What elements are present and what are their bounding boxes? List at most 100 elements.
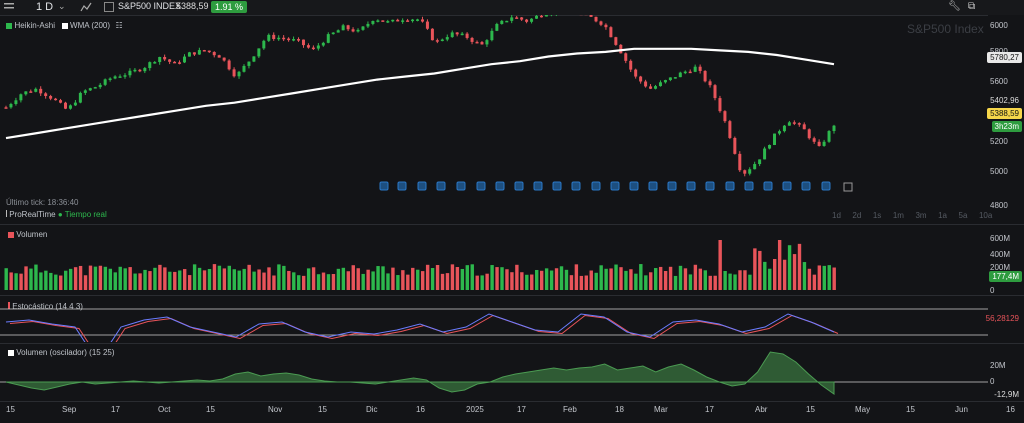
volume-bar [569,275,574,290]
tf-1d[interactable]: 1d [832,211,841,220]
volume-bar [753,248,757,290]
time-tick: Sep [62,405,77,414]
volume-bar [29,268,33,290]
candle-body [807,129,811,139]
wrench-icon[interactable]: 🔧︎ [948,1,961,12]
candle-body [381,20,385,22]
dividend-event-icon [667,181,677,191]
chevron-down-icon[interactable]: ⌄ [58,1,66,12]
candle-body [430,28,434,41]
candle-body [758,159,762,165]
volume-bar [49,272,53,290]
volume-bar [663,271,668,290]
candle-body [594,16,598,22]
candle-body [763,148,767,160]
candle-body [212,52,216,56]
volume-bar [351,265,355,290]
chart-type-icon[interactable] [80,1,92,15]
dividend-event-icon [476,181,486,191]
time-tick: 15 [206,405,215,414]
volume-bar [356,268,360,290]
dividend-event-icon [725,181,735,191]
candle-body [148,62,152,69]
tf-1a[interactable]: 1a [938,211,947,220]
tf-10a[interactable]: 10a [979,211,992,220]
candle-body [93,87,97,89]
candle-body [44,93,48,97]
wma-price-tag: 5780,27 [987,52,1022,63]
tf-3m[interactable]: 3m [915,211,926,220]
top-toolbar: 1 D ⌄ S&P500 INDEX 5388,59 1.91 % 🔧︎ ⧉ [0,0,1024,15]
symbol-price: 5388,59 [176,1,209,11]
tf-1s[interactable]: 1s [873,211,881,220]
watermark: S&P500 Index [907,22,984,36]
candle-body [639,76,643,82]
list-icon[interactable]: ☷ [116,21,123,30]
timer-tag: 3h23m [991,121,1022,132]
volume-chart[interactable] [0,228,988,292]
volume-current-tag: 177,4M [989,271,1022,282]
candle-body [520,17,524,20]
volume-bar [822,265,826,290]
candle-body [326,34,330,43]
candle-body [812,138,816,142]
tf-1m[interactable]: 1m [893,211,904,220]
stoch-current-tag: 56,28129 [985,314,1019,323]
volume-oscillator-chart[interactable] [0,345,988,401]
candle-body [688,71,692,74]
volume-bar [430,268,435,290]
popout-icon[interactable]: ⧉ [968,1,975,12]
legend-heikin-ashi: Heikin-Ashi [14,21,55,30]
dividend-event-icon [782,181,792,191]
candle-body [306,45,310,48]
live-dot-icon: ● [57,210,63,219]
dividend-event-icon [610,181,620,191]
volume-bar [178,270,182,290]
candle-body [59,100,63,103]
volume-bar [698,268,703,290]
candle-body [738,153,742,171]
candle-body [361,26,365,30]
dividend-event-icon [648,181,658,191]
volume-bar [158,264,162,290]
tf-5a[interactable]: 5a [959,211,968,220]
candle-body [14,100,18,105]
symbol-name[interactable]: S&P500 INDEX [118,1,181,11]
volume-bar [773,259,777,290]
candle-body [272,34,276,40]
candle-body [599,21,603,25]
candle-body [182,56,186,63]
volume-bar [574,264,579,290]
vol-tick-600m: 600M [990,234,1011,243]
time-tick: 17 [111,405,120,414]
candle-body [267,34,271,41]
volume-bar [614,264,618,290]
menu-icon[interactable] [4,1,14,11]
candle-body [222,57,226,61]
volume-bar [435,265,440,290]
change-badge: 1.91 % [211,1,248,13]
volume-bar [817,265,822,290]
candle-body [34,88,38,92]
candle-body [723,111,727,122]
volume-bar [173,271,177,290]
tf-2d[interactable]: 2d [852,211,861,220]
candle-body [668,77,672,81]
time-tick: 18 [615,405,624,414]
timeframe-selector[interactable]: 1 D [36,1,53,13]
candle-body [78,92,82,103]
volume-bar [396,275,400,290]
candle-body [649,86,653,89]
candle-body [406,20,410,22]
candle-body [128,70,132,76]
candle-body [634,69,638,77]
volume-bar [758,250,762,290]
candle-body [68,105,72,109]
candle-body [475,41,479,44]
volume-bar [83,275,88,290]
volume-bar [232,269,236,290]
stochastic-chart[interactable] [0,298,988,342]
candle-body [123,75,127,77]
price-chart[interactable] [0,15,988,215]
candle-body [391,19,395,22]
